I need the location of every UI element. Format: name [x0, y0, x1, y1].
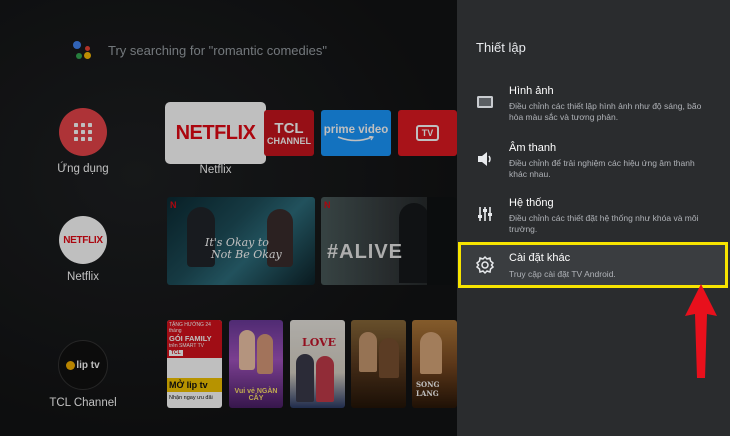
tv-launcher: Try searching for "romantic comedies" Ứn…	[0, 0, 457, 436]
sliders-icon	[478, 207, 492, 221]
setting-sound-desc: Điều chỉnh để trải nghiệm các hiệu ứng â…	[509, 158, 695, 179]
setting-system[interactable]: Hệ thống Điều chỉnh các thiết đặt hệ thố…	[457, 194, 730, 242]
setting-other-title: Cài đặt khác	[509, 252, 571, 264]
picture-icon	[477, 96, 493, 108]
setting-other-desc: Truy cập cài đặt TV Android.	[509, 269, 616, 279]
setting-sound-title: Âm thanh	[509, 142, 557, 154]
settings-panel: Thiết lập Hình ảnh Điều chỉnh các thiết …	[457, 0, 730, 436]
setting-picture-desc: Điều chỉnh các thiết lập hình ảnh như độ…	[509, 101, 702, 122]
setting-picture-title: Hình ảnh	[509, 85, 554, 97]
setting-system-desc: Điều chỉnh các thiết đặt hệ thống như kh…	[509, 213, 699, 234]
setting-picture[interactable]: Hình ảnh Điều chỉnh các thiết lập hình ả…	[457, 82, 730, 130]
gear-icon	[475, 255, 495, 275]
red-arrow-annotation	[685, 284, 717, 378]
settings-panel-title: Thiết lập	[476, 40, 526, 55]
speaker-icon	[478, 152, 491, 166]
dim-overlay	[0, 0, 457, 436]
setting-system-title: Hệ thống	[509, 197, 554, 209]
setting-sound[interactable]: Âm thanh Điều chỉnh để trải nghiệm các h…	[457, 139, 730, 187]
